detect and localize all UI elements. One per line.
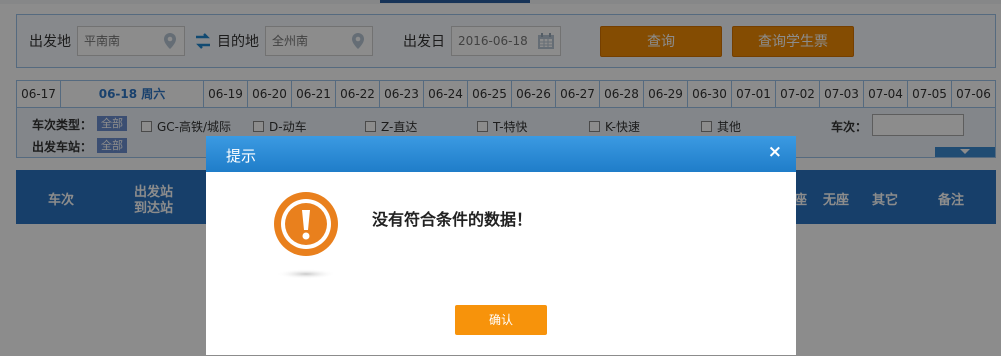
exclamation-icon	[274, 192, 338, 279]
close-icon[interactable]: ×	[768, 142, 782, 162]
dialog-header: 提示 ×	[206, 136, 796, 172]
alert-dialog: 提示 × 没有符合条件的数据！ 确认	[206, 136, 796, 355]
dialog-title: 提示	[226, 147, 257, 165]
dialog-message: 没有符合条件的数据！	[372, 210, 533, 229]
confirm-button[interactable]: 确认	[455, 305, 547, 335]
